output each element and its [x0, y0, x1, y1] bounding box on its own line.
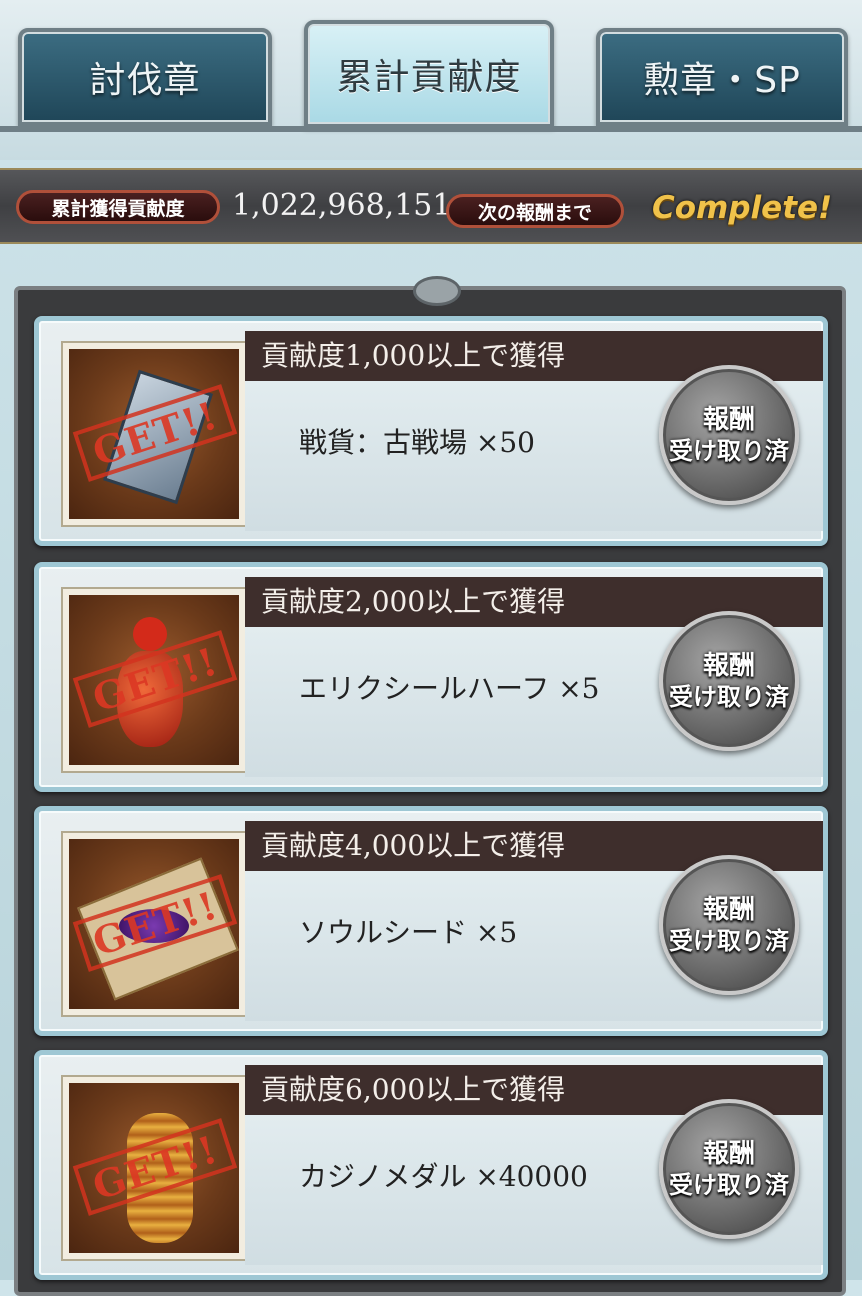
claimed-line1: 報酬 — [702, 405, 755, 435]
reward-card: GET!! 貢献度6,000以上で獲得 カジノメダル ×40000 報酬 受け取… — [34, 1050, 828, 1280]
elixir-half-icon: GET!! — [61, 587, 247, 773]
reward-claimed-button[interactable]: 報酬 受け取り済 — [659, 611, 799, 751]
tab-total-contribution[interactable]: 累計貢献度 — [304, 20, 554, 128]
reward-card: GET!! 貢献度1,000以上で獲得 戦貨：古戦場 ×50 報酬 受け取り済 — [34, 316, 828, 546]
claimed-line1: 報酬 — [702, 651, 755, 681]
reward-item-name: エリクシールハーフ ×5 — [299, 672, 600, 705]
reward-item-name: カジノメダル ×40000 — [299, 1160, 588, 1193]
tab-label: 累計貢献度 — [336, 57, 522, 98]
next-reward-label: 次の報酬まで — [446, 194, 624, 228]
total-contribution-value: 1,022,968,151 — [232, 188, 452, 223]
claimed-line2: 受け取り済 — [669, 683, 789, 711]
tab-divider — [0, 126, 862, 132]
next-reward-label-text: 次の報酬まで — [477, 201, 592, 224]
reward-card: GET!! 貢献度4,000以上で獲得 ソウルシード ×5 報酬 受け取り済 — [34, 806, 828, 1036]
war-coin-icon: GET!! — [61, 341, 247, 527]
claimed-line1: 報酬 — [702, 895, 755, 925]
tab-medal-sp[interactable]: 勲章・SP — [596, 28, 848, 126]
tab-label: 勲章・SP — [643, 60, 801, 101]
reward-claimed-button[interactable]: 報酬 受け取り済 — [659, 365, 799, 505]
reward-item-name: ソウルシード ×5 — [299, 916, 518, 949]
tab-subjugation-badge[interactable]: 討伐章 — [18, 28, 272, 126]
reward-card: GET!! 貢献度2,000以上で獲得 エリクシールハーフ ×5 報酬 受け取り… — [34, 562, 828, 792]
complete-status: Complete! — [652, 190, 833, 226]
frame-ornament — [413, 276, 461, 306]
soul-seed-icon: GET!! — [61, 831, 247, 1017]
claimed-line2: 受け取り済 — [669, 1171, 789, 1199]
claimed-line2: 受け取り済 — [669, 927, 789, 955]
reward-claimed-button[interactable]: 報酬 受け取り済 — [659, 1099, 799, 1239]
reward-item-name: 戦貨：古戦場 ×50 — [299, 426, 535, 459]
reward-claimed-button[interactable]: 報酬 受け取り済 — [659, 855, 799, 995]
tab-bar: 討伐章 累計貢献度 勲章・SP — [0, 0, 862, 160]
casino-medal-icon: GET!! — [61, 1075, 247, 1261]
total-contribution-label-text: 累計獲得貢献度 — [51, 197, 185, 220]
tab-label: 討伐章 — [89, 60, 201, 101]
total-contribution-label: 累計獲得貢献度 — [16, 190, 220, 224]
claimed-line2: 受け取り済 — [669, 437, 789, 465]
claimed-line1: 報酬 — [702, 1139, 755, 1169]
elixir-cap — [133, 617, 167, 651]
